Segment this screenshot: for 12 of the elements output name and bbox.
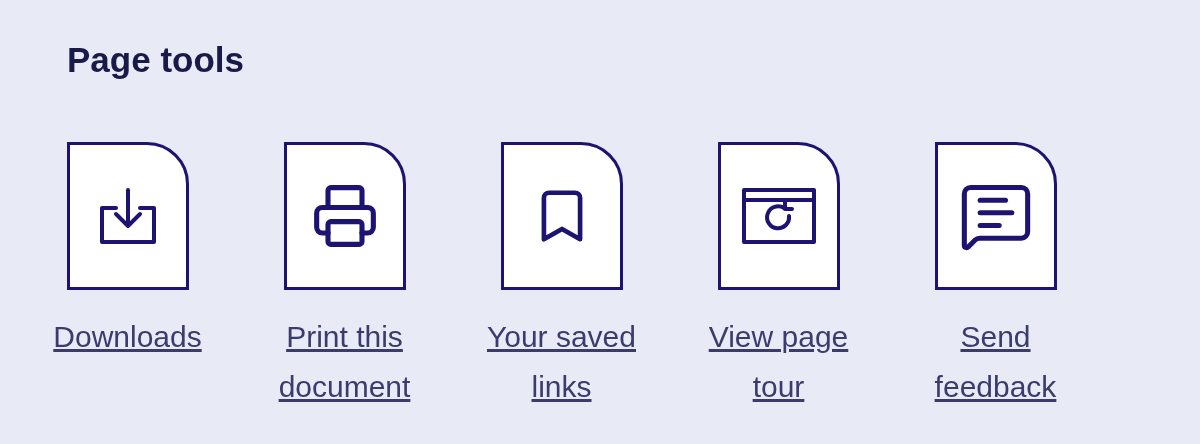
document-tile[interactable] [717, 142, 840, 290]
screen-refresh-icon [740, 186, 817, 246]
tool-link[interactable]: Downloads [53, 312, 202, 362]
document-tile[interactable] [66, 142, 189, 290]
tool-link[interactable]: Send feedback [905, 312, 1086, 412]
document-tile[interactable] [500, 142, 623, 290]
document-tile[interactable] [934, 142, 1057, 290]
section-title: Page tools [67, 39, 245, 81]
tool-link[interactable]: Print this document [254, 312, 435, 412]
tool-link[interactable]: View page tour [688, 312, 869, 412]
tool-link[interactable]: Your saved links [471, 312, 652, 412]
document-tile[interactable] [283, 142, 406, 290]
